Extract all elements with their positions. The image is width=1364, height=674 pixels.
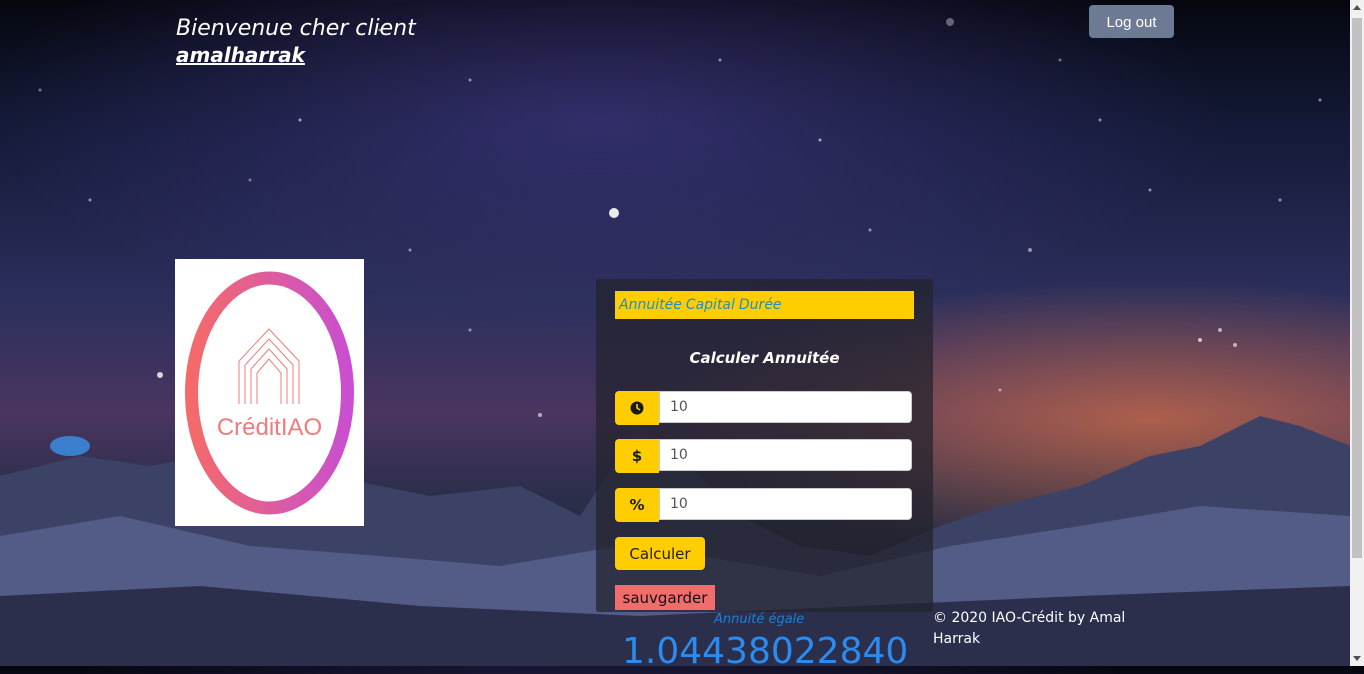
capital-input[interactable] xyxy=(659,439,912,471)
panel-title: Calculer Annuitée xyxy=(689,349,840,367)
scrollbar-thumb[interactable] xyxy=(1352,18,1362,558)
logo: CréditIAO xyxy=(175,259,364,526)
result-label: Annuité égale xyxy=(714,612,805,627)
welcome-text: Bienvenue cher client xyxy=(176,16,416,41)
page-scrollbar[interactable] xyxy=(1350,0,1364,666)
tab-duree[interactable]: Durée xyxy=(739,297,782,313)
percent-icon: % xyxy=(615,488,659,522)
logo-text: CréditIAO xyxy=(217,414,322,441)
dollar-icon: $ xyxy=(615,439,659,473)
scroll-down-icon[interactable] xyxy=(1353,656,1361,661)
scroll-up-icon[interactable] xyxy=(1353,5,1361,10)
rate-input[interactable] xyxy=(659,488,912,520)
rate-field: % xyxy=(615,488,914,522)
calculator-tabs: Annuitée Capital Durée xyxy=(615,291,914,319)
credit-iao-logo-icon: CréditIAO xyxy=(185,271,354,515)
welcome-header: Bienvenue cher client amalharrak xyxy=(176,16,416,68)
clock-icon xyxy=(615,391,659,425)
duration-field xyxy=(615,391,914,425)
tab-capital[interactable]: Capital xyxy=(686,297,735,313)
calculate-button[interactable]: Calculer xyxy=(615,537,705,570)
username-link[interactable]: amalharrak xyxy=(176,42,416,68)
logout-button[interactable]: Log out xyxy=(1089,5,1174,38)
duration-input[interactable] xyxy=(659,391,912,423)
annuity-calculator-panel: AnnuitéeCapitalDurée Calculer Annuitée $… xyxy=(596,279,933,612)
tab-annuitee[interactable]: Annuitée xyxy=(619,297,682,313)
save-button[interactable]: sauvgarder xyxy=(615,585,715,610)
capital-field: $ xyxy=(615,439,914,473)
result-value: 1.04438022840 xyxy=(622,631,909,672)
footer-copyright: © 2020 IAO-Crédit by Amal Harrak xyxy=(933,610,1126,647)
